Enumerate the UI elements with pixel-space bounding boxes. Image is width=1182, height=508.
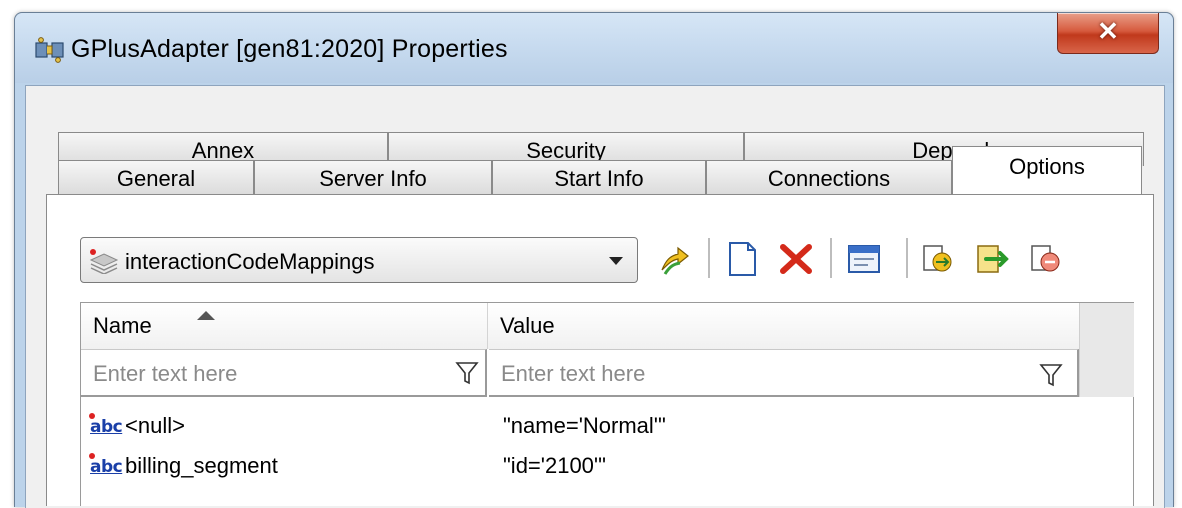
- column-header-value[interactable]: Value: [487, 303, 1079, 349]
- close-icon: ✕: [1097, 16, 1119, 46]
- table-row[interactable]: abc <null> "name='Normal'": [81, 407, 1133, 445]
- toolbar-separator: [708, 238, 710, 278]
- filter-icon[interactable]: [1039, 362, 1063, 388]
- table-row[interactable]: abc billing_segment "id='2100'": [81, 447, 1133, 485]
- row-name: billing_segment: [125, 453, 278, 478]
- row-name: <null>: [125, 413, 185, 438]
- value-filter-placeholder: Enter text here: [501, 361, 646, 386]
- string-type-icon: abc: [89, 453, 123, 481]
- copy-icon[interactable]: [1028, 240, 1064, 278]
- window-title: GPlusAdapter [gen81:2020] Properties: [71, 35, 508, 63]
- filter-icon[interactable]: [455, 360, 479, 386]
- row-value: "name='Normal'": [503, 413, 666, 438]
- new-icon[interactable]: [724, 240, 760, 278]
- close-button[interactable]: ✕: [1057, 13, 1159, 54]
- edit-icon[interactable]: [846, 240, 882, 278]
- value-filter-field[interactable]: Enter text here: [489, 349, 1079, 397]
- tab-general[interactable]: General: [58, 160, 254, 194]
- import-icon[interactable]: [920, 240, 956, 278]
- move-up-icon[interactable]: [656, 240, 692, 278]
- chevron-down-icon: [609, 257, 623, 265]
- delete-icon[interactable]: [778, 240, 814, 278]
- section-dropdown[interactable]: interactionCodeMappings: [80, 237, 638, 283]
- row-value: "id='2100'": [503, 453, 606, 478]
- column-header-name[interactable]: Name: [81, 303, 487, 349]
- tab-connections[interactable]: Connections: [706, 160, 952, 194]
- title-bar[interactable]: GPlusAdapter [gen81:2020] Properties ✕: [15, 13, 1173, 83]
- properties-grid: Name Value Enter text here Enter text he…: [80, 302, 1134, 506]
- name-filter-field[interactable]: Enter text here: [81, 349, 487, 397]
- tab-start-info[interactable]: Start Info: [492, 160, 706, 194]
- toolbar-separator: [830, 238, 832, 278]
- toolbar-separator: [906, 238, 908, 278]
- dropdown-selected-value: interactionCodeMappings: [125, 249, 375, 274]
- adapter-app-icon: [35, 37, 64, 63]
- sort-ascending-icon: [197, 311, 215, 320]
- export-icon[interactable]: [974, 240, 1010, 278]
- tab-server-info[interactable]: Server Info: [254, 160, 492, 194]
- name-filter-placeholder: Enter text here: [93, 361, 238, 386]
- grid-corner: [1079, 303, 1134, 397]
- string-type-icon: abc: [89, 413, 123, 441]
- tab-options[interactable]: Options: [952, 146, 1142, 194]
- layers-icon: [89, 249, 119, 274]
